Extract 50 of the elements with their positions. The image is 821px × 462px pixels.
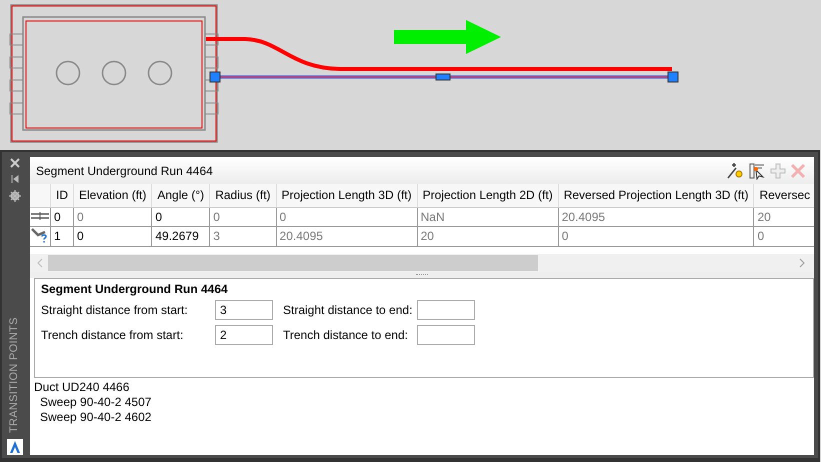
- column-header[interactable]: Elevation (ft): [74, 184, 152, 207]
- column-header[interactable]: ID: [50, 184, 74, 207]
- add-icon[interactable]: [770, 162, 786, 178]
- scroll-left-icon[interactable]: [36, 258, 44, 268]
- column-header[interactable]: Projection Length 3D (ft): [276, 184, 418, 207]
- table-cell: 20.4095: [276, 226, 418, 246]
- table-cell: 0: [558, 226, 754, 246]
- input-field[interactable]: 3: [215, 300, 273, 320]
- table-cell: 0: [74, 226, 152, 246]
- table-cell: 0: [50, 207, 74, 226]
- field-label: Straight distance to end:: [283, 303, 413, 317]
- panel-title: Segment Underground Run 4464: [36, 164, 213, 178]
- bend-icon: [31, 226, 49, 242]
- delete-icon[interactable]: [790, 162, 806, 178]
- gear-icon[interactable]: [9, 190, 21, 202]
- field-label: Trench distance from start:: [41, 328, 184, 342]
- palette-title: TRANSITION POINTS: [8, 316, 21, 433]
- details-title: Segment Underground Run 4464: [41, 282, 229, 296]
- splitter-grip[interactable]: [416, 274, 428, 278]
- table-cell: 0: [74, 207, 152, 226]
- table-cell: 0: [276, 207, 418, 226]
- select-icon[interactable]: [748, 162, 766, 180]
- wand-icon[interactable]: [726, 162, 744, 180]
- table-cell: 3: [210, 226, 276, 246]
- column-header[interactable]: Radius (ft): [210, 184, 276, 207]
- field-label: Straight distance from start:: [41, 303, 189, 317]
- table-cell: 20: [417, 226, 558, 246]
- table-cell: NaN: [417, 207, 558, 226]
- tree-item[interactable]: Sweep 90-40-2 4602: [40, 410, 152, 425]
- table-cell: 20.4095: [558, 207, 754, 226]
- tree-item[interactable]: Duct UD240 4466: [34, 380, 130, 395]
- column-header[interactable]: Reversed Projection Length 3D (ft): [558, 184, 754, 207]
- input-field[interactable]: [417, 300, 475, 320]
- tree-item[interactable]: Sweep 90-40-2 4507: [40, 395, 152, 410]
- straight-icon: [31, 210, 49, 220]
- table-cell: 49.2679: [152, 226, 210, 246]
- input-field[interactable]: [417, 325, 475, 345]
- scrollbar-thumb[interactable]: [48, 255, 538, 271]
- column-header[interactable]: Reversec: [754, 184, 814, 207]
- logo-icon: [7, 439, 23, 455]
- table-cell: 1: [50, 226, 74, 246]
- input-field[interactable]: 2: [215, 325, 273, 345]
- column-header[interactable]: Angle (°): [152, 184, 210, 207]
- close-icon[interactable]: [10, 158, 20, 168]
- field-label: Trench distance to end:: [283, 328, 409, 342]
- table-cell: 0: [210, 207, 276, 226]
- pin-icon[interactable]: [10, 174, 20, 184]
- table-cell: 0: [152, 207, 210, 226]
- scroll-right-icon[interactable]: [798, 258, 806, 268]
- column-header[interactable]: Projection Length 2D (ft): [417, 184, 558, 207]
